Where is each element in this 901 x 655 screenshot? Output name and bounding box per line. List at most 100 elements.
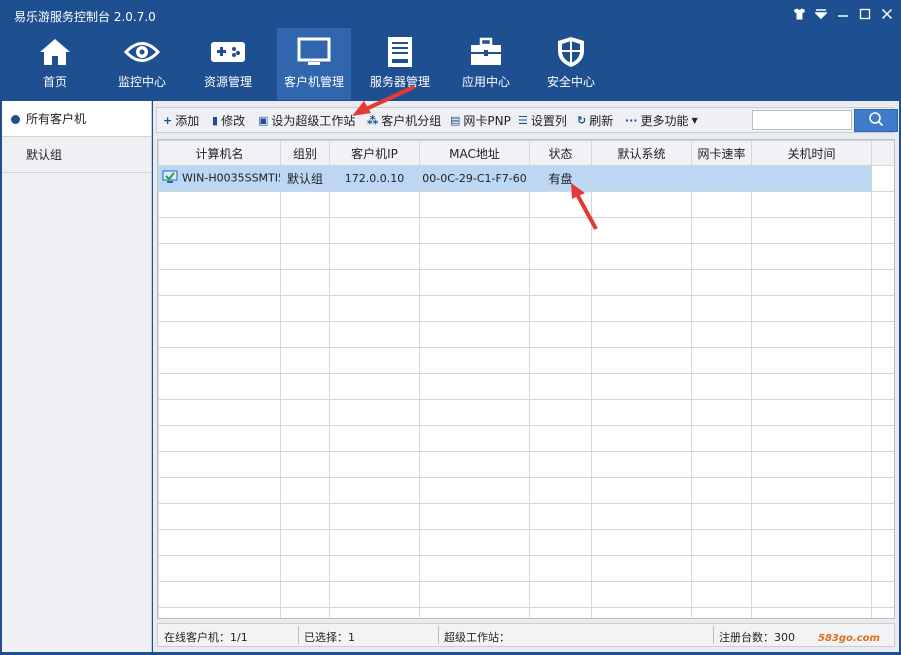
empty-cell [329,529,420,556]
empty-cell [691,503,752,530]
set-super-label: 设为超级工作站 [271,114,356,128]
empty-cell [751,607,872,618]
sidebar: 所有客户机 默认组 [2,101,152,652]
toolbox-icon [468,36,504,68]
toolbar: + 添加 ▮ 修改 ▣ 设为超级工作站 ⁂ 客户机分组 ▤ 网卡PNP ☰ 设置… [156,107,898,133]
column-header[interactable]: 计算机名 [158,140,281,166]
column-header[interactable]: 组别 [280,140,330,166]
top-navigation: 首页 监控中心 资源管理 客户机管理 服务器管理 应用中心 安全中心 [0,28,901,100]
empty-row [158,503,894,530]
nav-app[interactable]: 应用中心 [449,28,523,100]
column-header[interactable]: MAC地址 [419,140,530,166]
chevron-down-icon: ▼ [691,116,698,125]
shield-icon [553,36,589,68]
empty-cell [329,607,420,618]
empty-cell [691,399,752,426]
empty-cell [871,529,894,556]
search-button[interactable] [854,109,898,132]
empty-cell [419,451,530,478]
nav-server[interactable]: 服务器管理 [363,28,437,100]
empty-cell [871,607,894,618]
empty-cell [158,529,281,556]
pencil-icon: ▮ [212,114,219,127]
empty-row [158,425,894,452]
table-row[interactable]: WIN-H0035SSMTI5 默认组 172.0.0.10 00-0C-29-… [158,165,894,192]
empty-cell [871,217,894,244]
empty-cell [158,581,281,608]
empty-cell [591,269,692,296]
empty-cell [591,191,692,218]
empty-cell [751,217,872,244]
search-input[interactable] [752,110,852,130]
add-button[interactable]: + 添加 [163,112,199,129]
empty-cell [591,581,692,608]
nav-home[interactable]: 首页 [18,28,92,100]
cell-default-os [591,165,692,192]
set-columns-button[interactable]: ☰ 设置列 [518,112,567,129]
status-divider [438,626,439,644]
empty-cell [591,373,692,400]
empty-cell [871,243,894,270]
client-group-button[interactable]: ⁂ 客户机分组 [367,112,441,129]
empty-cell [871,451,894,478]
empty-cell [871,269,894,296]
empty-cell [280,451,330,478]
nav-monitor[interactable]: 监控中心 [105,28,179,100]
pnp-label: 网卡PNP [463,114,511,128]
selected-dot-icon [11,115,20,124]
empty-cell [691,607,752,618]
empty-cell [158,451,281,478]
menu-dropdown-icon[interactable] [813,6,829,22]
empty-cell [691,191,752,218]
empty-row [158,269,894,296]
sidebar-item-default-group[interactable]: 默认组 [2,137,151,173]
nav-client[interactable]: 客户机管理 [277,28,351,100]
empty-cell [751,477,872,504]
empty-row [158,451,894,478]
cell-group: 默认组 [280,165,330,192]
empty-cell [751,269,872,296]
column-header[interactable]: 网卡速率 [691,140,752,166]
more-label: 更多功能 [640,114,689,128]
minimize-icon[interactable] [835,6,851,22]
cell-mac: 00-0C-29-C1-F7-60 [419,165,530,192]
column-header[interactable]: 默认系统 [591,140,692,166]
edit-button[interactable]: ▮ 修改 [212,112,245,129]
empty-cell [751,295,872,322]
empty-cell [158,425,281,452]
computer-name-text: WIN-H0035SSMTI5 [182,171,281,185]
empty-cell [158,373,281,400]
empty-cell [329,477,420,504]
empty-cell [419,269,530,296]
column-header[interactable]: 关机时间 [751,140,872,166]
empty-cell [591,477,692,504]
status-divider [298,626,299,644]
nav-resource[interactable]: 资源管理 [191,28,265,100]
empty-cell [751,581,872,608]
column-header[interactable]: 客户机IP [329,140,420,166]
nic-pnp-button[interactable]: ▤ 网卡PNP [450,112,511,129]
refresh-button[interactable]: ↻ 刷新 [577,112,613,129]
empty-cell [419,399,530,426]
nav-security[interactable]: 安全中心 [534,28,608,100]
empty-cell [529,607,592,618]
empty-cell [529,529,592,556]
sidebar-item-all-clients[interactable]: 所有客户机 [2,101,151,137]
empty-cell [329,295,420,322]
empty-cell [691,347,752,374]
empty-cell [871,425,894,452]
empty-cell [691,321,752,348]
column-header[interactable]: 状态 [529,140,592,166]
more-functions-button[interactable]: ··· 更多功能 ▼ [625,112,698,129]
empty-cell [280,217,330,244]
skin-icon[interactable] [791,6,807,22]
empty-cell [691,243,752,270]
empty-cell [280,529,330,556]
empty-cell [751,347,872,374]
close-icon[interactable] [879,6,895,22]
empty-cell [158,347,281,374]
maximize-icon[interactable] [857,6,873,22]
empty-cell [419,347,530,374]
empty-cell [591,425,692,452]
set-super-workstation-button[interactable]: ▣ 设为超级工作站 [258,112,355,129]
